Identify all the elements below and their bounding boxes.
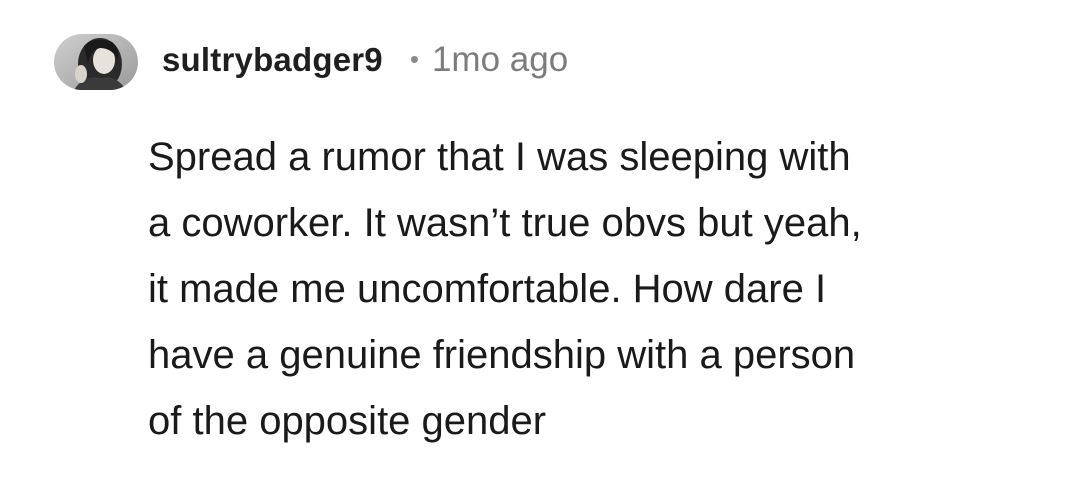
comment-header: sultrybadger9 • 1mo ago [54,32,568,92]
user-avatar-icon[interactable] [54,34,138,90]
comment: sultrybadger9 • 1mo ago Spread a rumor t… [0,0,1078,498]
comment-timestamp: 1mo ago [431,40,569,79]
comment-body: Spread a rumor that I was sleeping with … [148,135,862,443]
author-username[interactable]: sultrybadger9 [162,41,383,79]
header-separator: • [409,43,419,74]
